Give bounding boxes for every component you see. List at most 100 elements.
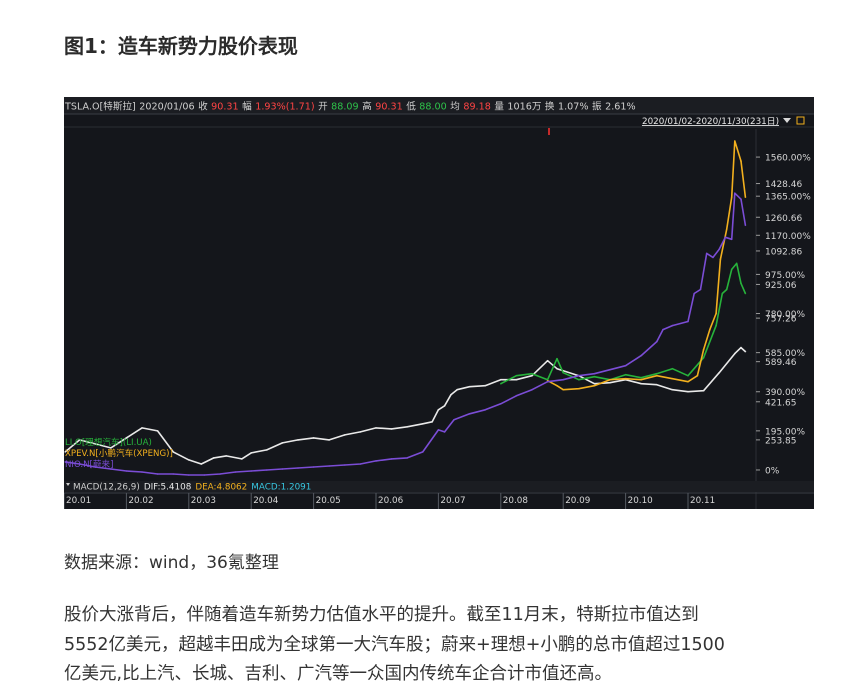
series-point <box>141 427 143 429</box>
x-tick-label: 20.05 <box>316 496 341 506</box>
series-point <box>744 196 747 198</box>
series-point <box>531 372 533 375</box>
series-point <box>531 388 533 391</box>
series-point <box>730 268 733 271</box>
x-tick-label: 20.07 <box>440 496 465 506</box>
y-tick-label: 1428.46 <box>765 180 802 190</box>
series-point <box>718 371 720 374</box>
series-point <box>640 354 642 357</box>
x-axis: 20.01 20.02 20.03 20.04 20.05 20.06 20.07 20.08… <box>64 492 814 509</box>
macd-field: MACD(12,26,9) <box>73 483 140 493</box>
quote-field: 开 <box>318 102 328 113</box>
series-point <box>312 437 315 439</box>
quote-field: 1.93%(1.71) <box>255 102 314 113</box>
series-point <box>640 382 642 385</box>
series-point <box>709 328 711 331</box>
series-point <box>687 320 689 323</box>
series-point <box>266 469 268 471</box>
series-point <box>734 140 736 142</box>
series-point <box>702 356 705 359</box>
series-point <box>437 409 440 411</box>
paragraph-line: 5552亿美元，超越丰田成为全球第一大汽车股；蔚来+理想+小鹏的总市值超过150… <box>64 634 725 655</box>
series-point <box>578 387 580 390</box>
price-lines <box>64 140 747 476</box>
date-range-label[interactable]: 2020/01/02-2020/11/30(231日) <box>642 116 779 127</box>
series-point <box>241 458 243 460</box>
series-point <box>578 378 580 381</box>
x-tick-label: 20.03 <box>191 496 216 506</box>
series-point <box>730 238 733 241</box>
series-point <box>328 439 331 441</box>
series-point <box>125 470 128 472</box>
y-tick-label: 925.06 <box>765 281 797 291</box>
series-point <box>559 364 561 367</box>
y-tick-label: 757.26 <box>765 315 797 325</box>
series-point <box>734 352 736 355</box>
quote-field: 1.07% <box>558 102 588 113</box>
series-point <box>297 439 299 441</box>
series-point <box>390 458 393 460</box>
quote-header: TSLA.O[特斯拉] 2020/01/06 收 90.31 幅 1.93%(1.71) 开… <box>64 101 636 113</box>
series-point <box>431 421 434 423</box>
y-tick-label: 390.00% <box>765 388 805 398</box>
series-point <box>484 409 487 411</box>
series-point <box>744 224 747 227</box>
series-point <box>735 262 738 265</box>
series-point <box>656 383 658 386</box>
series-point <box>687 374 689 377</box>
dropdown-caret-icon[interactable] <box>783 118 791 123</box>
series-point <box>740 160 742 162</box>
series-point <box>721 292 724 295</box>
series-point <box>546 380 549 383</box>
series-point <box>556 357 558 360</box>
quote-field: 高 <box>362 101 372 113</box>
series-point <box>671 324 674 327</box>
series-point <box>213 457 215 459</box>
macd-field: DEA:4.8062 <box>195 483 247 493</box>
series-point <box>450 394 452 396</box>
series-point <box>696 374 699 377</box>
series-point <box>250 452 252 454</box>
series-point <box>468 413 471 415</box>
series-point <box>609 381 611 384</box>
series-point <box>359 431 362 433</box>
series-point <box>422 423 424 425</box>
chart-header: TSLA.O[特斯拉] 2020/01/06 收 90.31 幅 1.93%(1.71) 开… <box>64 97 814 114</box>
series-point <box>712 256 714 259</box>
series-point <box>406 426 409 428</box>
series-point <box>715 312 717 315</box>
data-source-caption: 数据来源：wind，36氪整理 <box>64 553 279 573</box>
quote-field: 1016万 <box>507 102 541 113</box>
quote-field: 88.09 <box>331 102 358 113</box>
series-point <box>375 460 377 462</box>
lock-icon[interactable] <box>796 116 805 125</box>
series-point <box>219 473 221 475</box>
series-point <box>640 378 642 381</box>
series-point <box>556 367 558 370</box>
series-point <box>328 465 331 467</box>
stock-chart-panel[interactable]: TSLA.O[特斯拉] 2020/01/06 收 90.31 幅 1.93%(1.71) 开… <box>64 97 814 509</box>
series-point <box>715 324 717 327</box>
series-point <box>456 388 458 391</box>
series-point <box>203 474 206 476</box>
series-point <box>312 466 315 468</box>
quote-field: 90.31 <box>211 102 238 113</box>
legend-item: XPEV.N[小鹏汽车(XPENG)] <box>65 447 173 459</box>
series-point <box>744 292 747 295</box>
series-point <box>656 340 658 343</box>
series-point <box>687 380 689 383</box>
series-point <box>705 252 708 255</box>
series-point <box>281 442 284 444</box>
series-point <box>344 434 346 436</box>
series-point <box>500 403 502 405</box>
series-point <box>730 196 733 198</box>
series-point <box>556 384 558 387</box>
date-range-bar[interactable]: 2020/01/02-2020/11/30(231日) <box>64 113 814 135</box>
y-tick-label: 1170.00% <box>765 232 811 242</box>
series-point <box>687 390 689 393</box>
quote-field: 收 <box>198 101 208 113</box>
series-point <box>225 455 227 457</box>
series-point <box>593 382 596 385</box>
series-line <box>64 346 746 465</box>
series-point <box>250 470 252 472</box>
